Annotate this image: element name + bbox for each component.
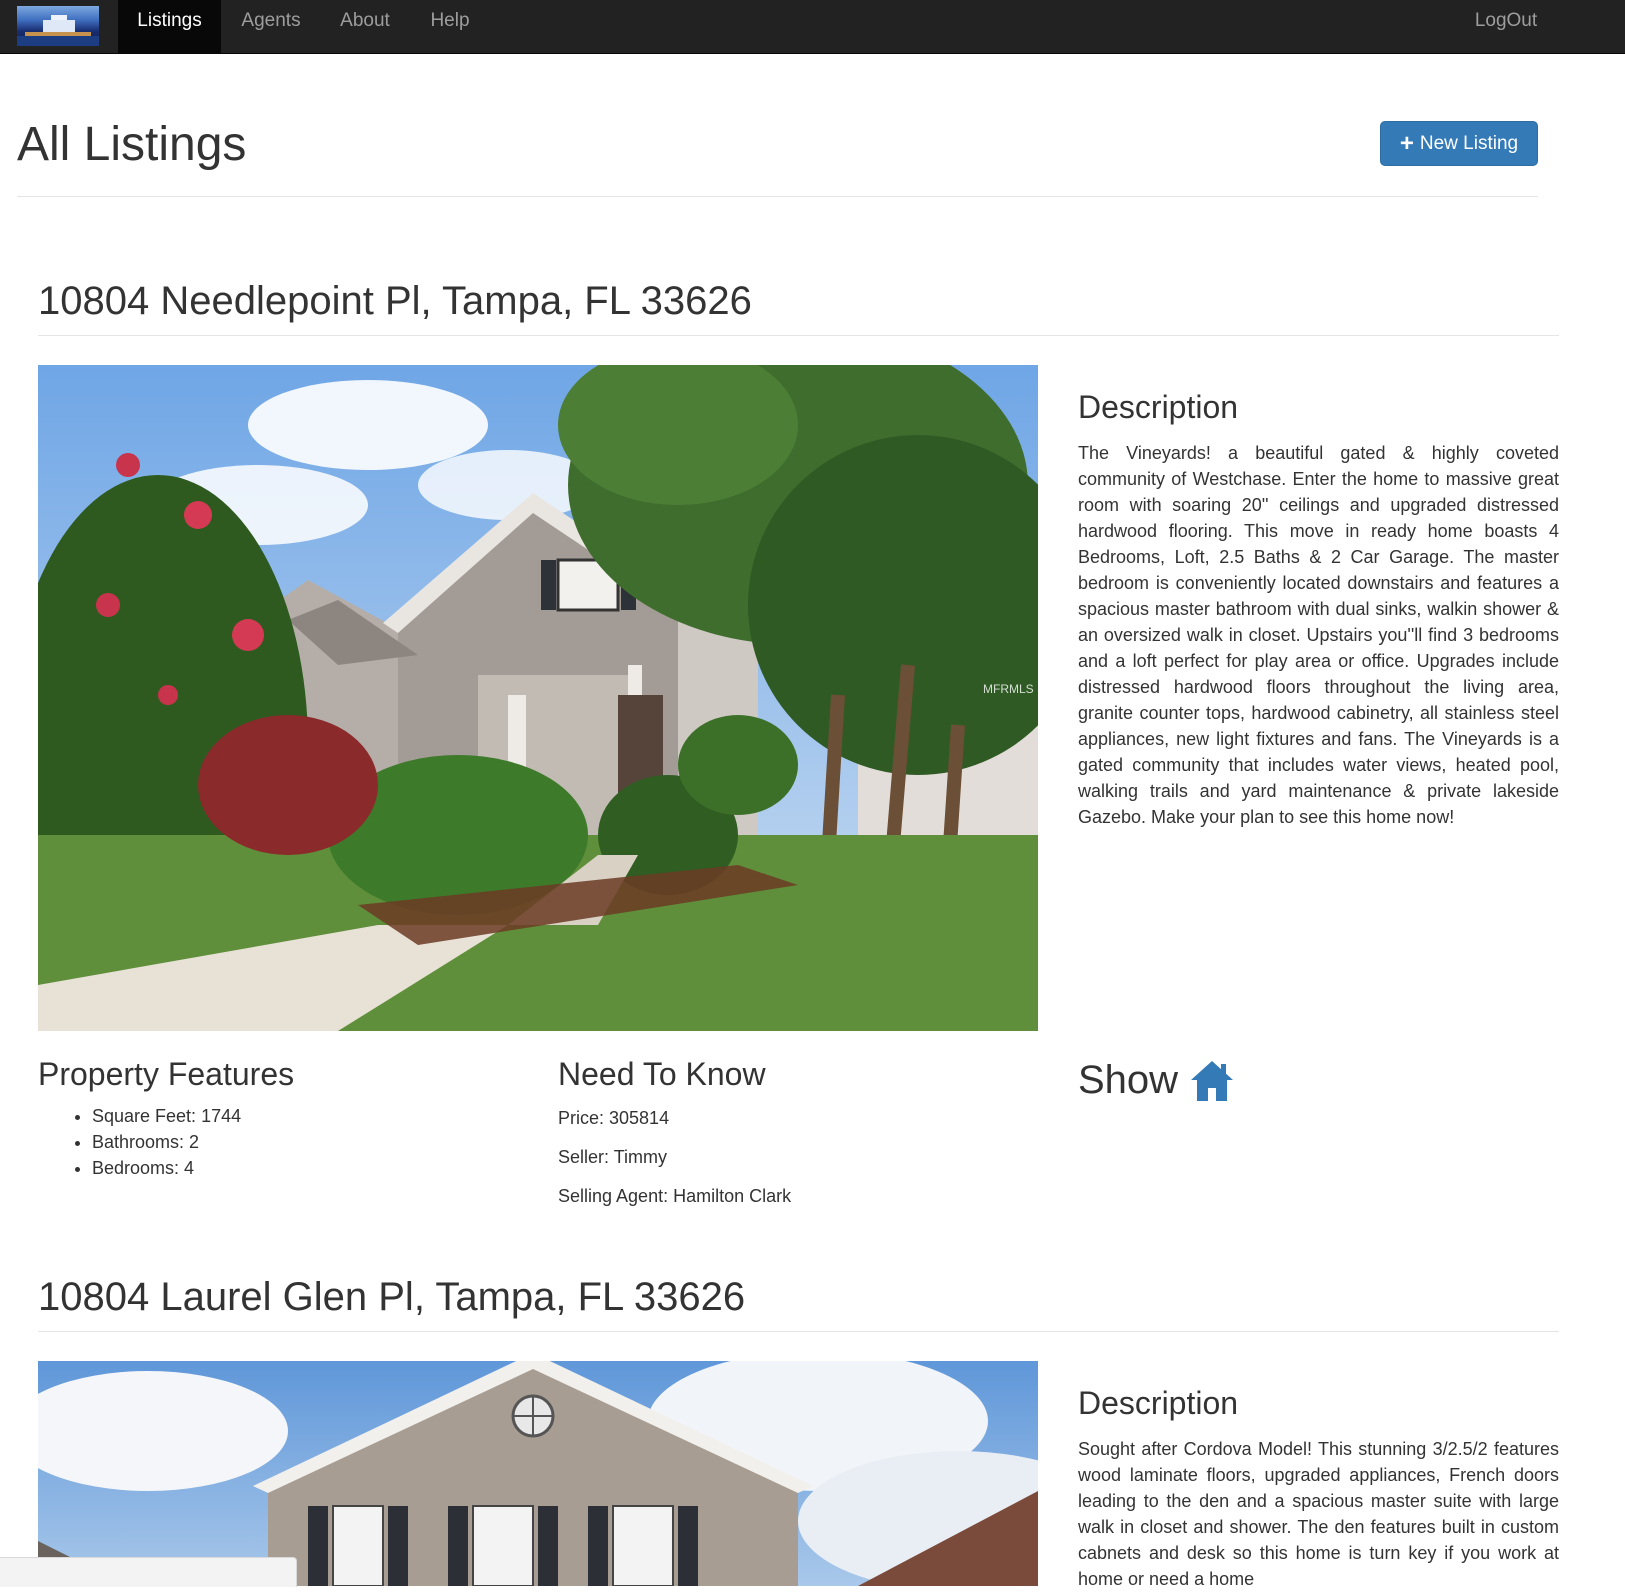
- nav-item-agents[interactable]: Agents: [221, 0, 321, 53]
- features-list: Square Feet: 1744 Bathrooms: 2 Bedrooms:…: [64, 1103, 241, 1181]
- nav-item-logout[interactable]: LogOut: [1462, 0, 1550, 53]
- photo-watermark: MFRMLS: [983, 682, 1034, 696]
- description-text: The Vineyards! a beautiful gated & highl…: [1078, 443, 1559, 827]
- horizontal-scrollbar[interactable]: [0, 1557, 297, 1587]
- listing-photo[interactable]: MFRMLS: [38, 365, 1038, 1031]
- need-to-know-title: Need To Know: [558, 1056, 766, 1092]
- address-divider: [38, 1331, 1559, 1332]
- title-divider: [17, 196, 1538, 197]
- show-label: Show: [1078, 1058, 1179, 1102]
- address-divider: [38, 335, 1559, 336]
- nav-item-help[interactable]: Help: [409, 0, 491, 53]
- selling-agent-value: Selling Agent: Hamilton Clark: [558, 1186, 792, 1206]
- nav-item-listings[interactable]: Listings: [118, 0, 221, 53]
- listing-photo[interactable]: [38, 1361, 1038, 1586]
- home-icon: [1190, 1060, 1234, 1102]
- new-listing-label: New Listing: [1419, 132, 1519, 154]
- property-features-title: Property Features: [38, 1056, 295, 1092]
- description-title: Description: [1078, 1385, 1239, 1421]
- description-text: Sought after Cordova Model! This stunnin…: [1078, 1439, 1559, 1589]
- feature-bedrooms: Bedrooms: 4: [92, 1155, 241, 1181]
- new-listing-button[interactable]: + New Listing: [1380, 121, 1538, 166]
- seller-value: Seller: Timmy: [558, 1147, 668, 1167]
- price-value: Price: 305814: [558, 1108, 670, 1128]
- navbar: Listings Agents About Help LogOut: [0, 0, 1625, 54]
- nav-item-about[interactable]: About: [321, 0, 409, 53]
- description-title: Description: [1078, 389, 1239, 425]
- listing-address[interactable]: 10804 Laurel Glen Pl, Tampa, FL 33626: [38, 1275, 745, 1320]
- page-title: All Listings: [17, 118, 247, 171]
- show-link[interactable]: Show: [1078, 1058, 1234, 1103]
- plus-icon: +: [1399, 129, 1414, 157]
- brand-logo[interactable]: [17, 6, 99, 46]
- listing-address[interactable]: 10804 Needlepoint Pl, Tampa, FL 33626: [38, 279, 752, 324]
- feature-bathrooms: Bathrooms: 2: [92, 1129, 241, 1155]
- feature-square-feet: Square Feet: 1744: [92, 1103, 241, 1129]
